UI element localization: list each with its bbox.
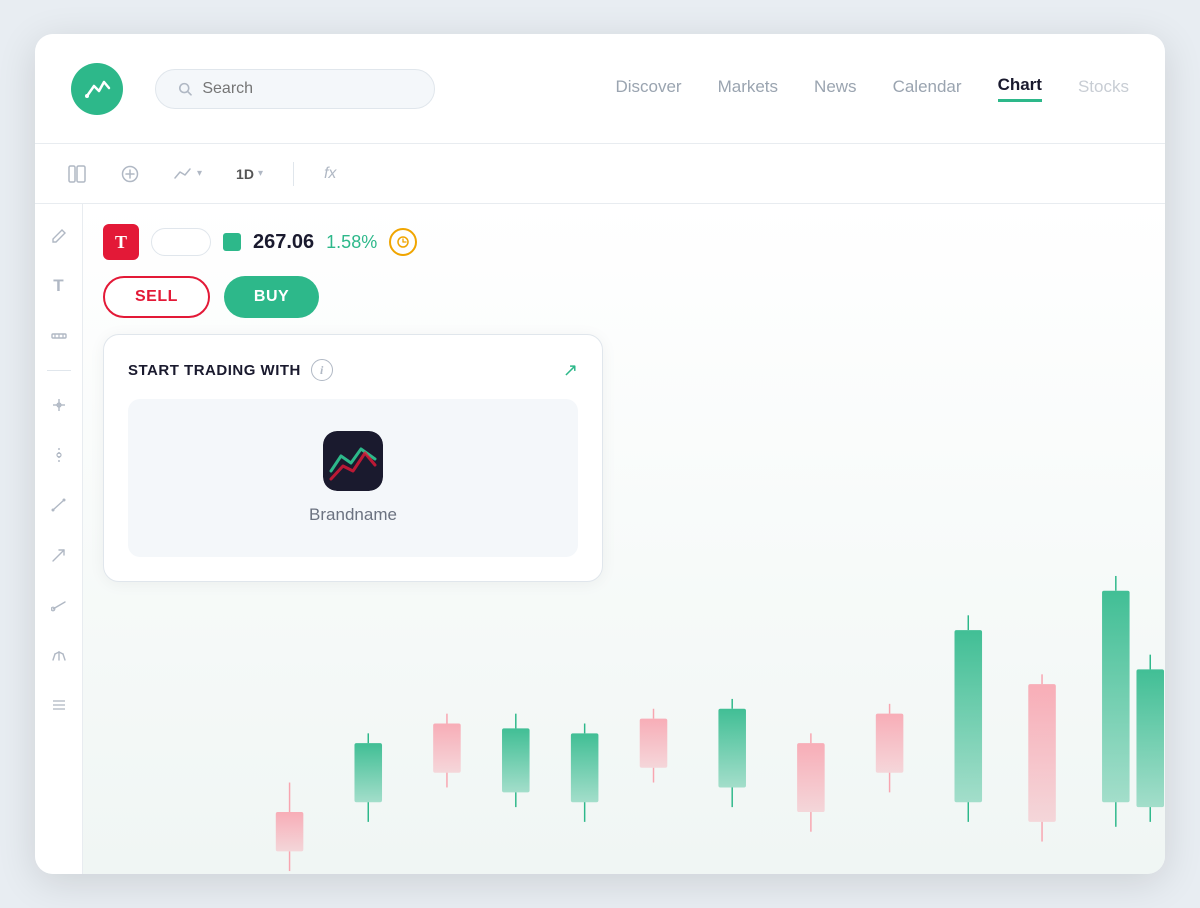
- stock-change-percent: 1.58%: [326, 232, 377, 253]
- card-title: START TRADING WITH i: [128, 359, 333, 381]
- main-nav: Discover Markets News Calendar Chart Sto…: [615, 75, 1129, 102]
- chart-type-chevron: ▾: [197, 168, 202, 179]
- toolbar: ▾ 1D ▾ fx: [35, 144, 1165, 204]
- trading-card: START TRADING WITH i ↗ Brandname: [103, 334, 603, 582]
- pitchfork-tool[interactable]: [43, 639, 75, 671]
- arrow-tool[interactable]: [43, 539, 75, 571]
- nav-news[interactable]: News: [814, 77, 857, 101]
- chart-type-button[interactable]: ▾: [165, 160, 210, 188]
- toolbar-divider: [293, 162, 294, 186]
- timeframe-chevron: ▾: [258, 168, 263, 179]
- sidebar-tools: T: [35, 204, 83, 874]
- formula-button[interactable]: fx: [316, 159, 344, 189]
- tesla-logo: T: [103, 224, 139, 260]
- text-tool[interactable]: T: [43, 270, 75, 302]
- trade-buttons: SELL BUY: [103, 276, 319, 318]
- nav-chart[interactable]: Chart: [998, 75, 1042, 102]
- stock-color-indicator: [223, 233, 241, 251]
- panel-toggle-button[interactable]: [59, 158, 95, 190]
- brand-card[interactable]: Brandname: [128, 399, 578, 557]
- nav-markets[interactable]: Markets: [718, 77, 778, 101]
- external-link-icon[interactable]: ↗: [563, 360, 578, 381]
- timeframe-button[interactable]: 1D ▾: [228, 160, 271, 188]
- app-logo[interactable]: [71, 63, 123, 115]
- nav-calendar[interactable]: Calendar: [893, 77, 962, 101]
- tool-divider-1: [47, 370, 71, 371]
- search-bar[interactable]: [155, 69, 435, 109]
- multi-line-tool[interactable]: [43, 689, 75, 721]
- brand-name: Brandname: [309, 505, 397, 525]
- app-container: Discover Markets News Calendar Chart Sto…: [35, 34, 1165, 874]
- crosshair-tool[interactable]: [43, 389, 75, 421]
- pencil-tool[interactable]: [43, 220, 75, 252]
- card-title-text: START TRADING WITH: [128, 362, 301, 379]
- plus-icon: [121, 165, 139, 183]
- nav-stocks[interactable]: Stocks: [1078, 77, 1129, 101]
- search-icon: [178, 81, 192, 97]
- trendline-tool[interactable]: [43, 489, 75, 521]
- info-icon[interactable]: i: [311, 359, 333, 381]
- clock-icon[interactable]: [389, 228, 417, 256]
- chart-type-icon: [173, 166, 193, 182]
- brand-logo: [323, 431, 383, 491]
- sell-button[interactable]: SELL: [103, 276, 210, 318]
- add-indicator-button[interactable]: [113, 159, 147, 189]
- header: Discover Markets News Calendar Chart Sto…: [35, 34, 1165, 144]
- ruler-tool[interactable]: [43, 320, 75, 352]
- nav-discover[interactable]: Discover: [615, 77, 681, 101]
- formula-icon: fx: [324, 165, 336, 183]
- buy-button[interactable]: BUY: [224, 276, 319, 318]
- stock-price: 267.06: [253, 231, 314, 254]
- tesla-logo-letter: T: [115, 232, 127, 253]
- chart-area: T 267.06 1.58% SELL BUY: [83, 204, 1165, 874]
- stock-name-pill[interactable]: [151, 228, 211, 256]
- panel-toggle-icon: [67, 164, 87, 184]
- stock-info-bar: T 267.06 1.58%: [103, 224, 417, 260]
- main-content: T: [35, 204, 1165, 874]
- ray-tool[interactable]: [43, 589, 75, 621]
- search-input[interactable]: [202, 80, 412, 98]
- timeframe-label: 1D: [236, 166, 254, 182]
- vertical-line-tool[interactable]: [43, 439, 75, 471]
- card-header: START TRADING WITH i ↗: [128, 359, 578, 381]
